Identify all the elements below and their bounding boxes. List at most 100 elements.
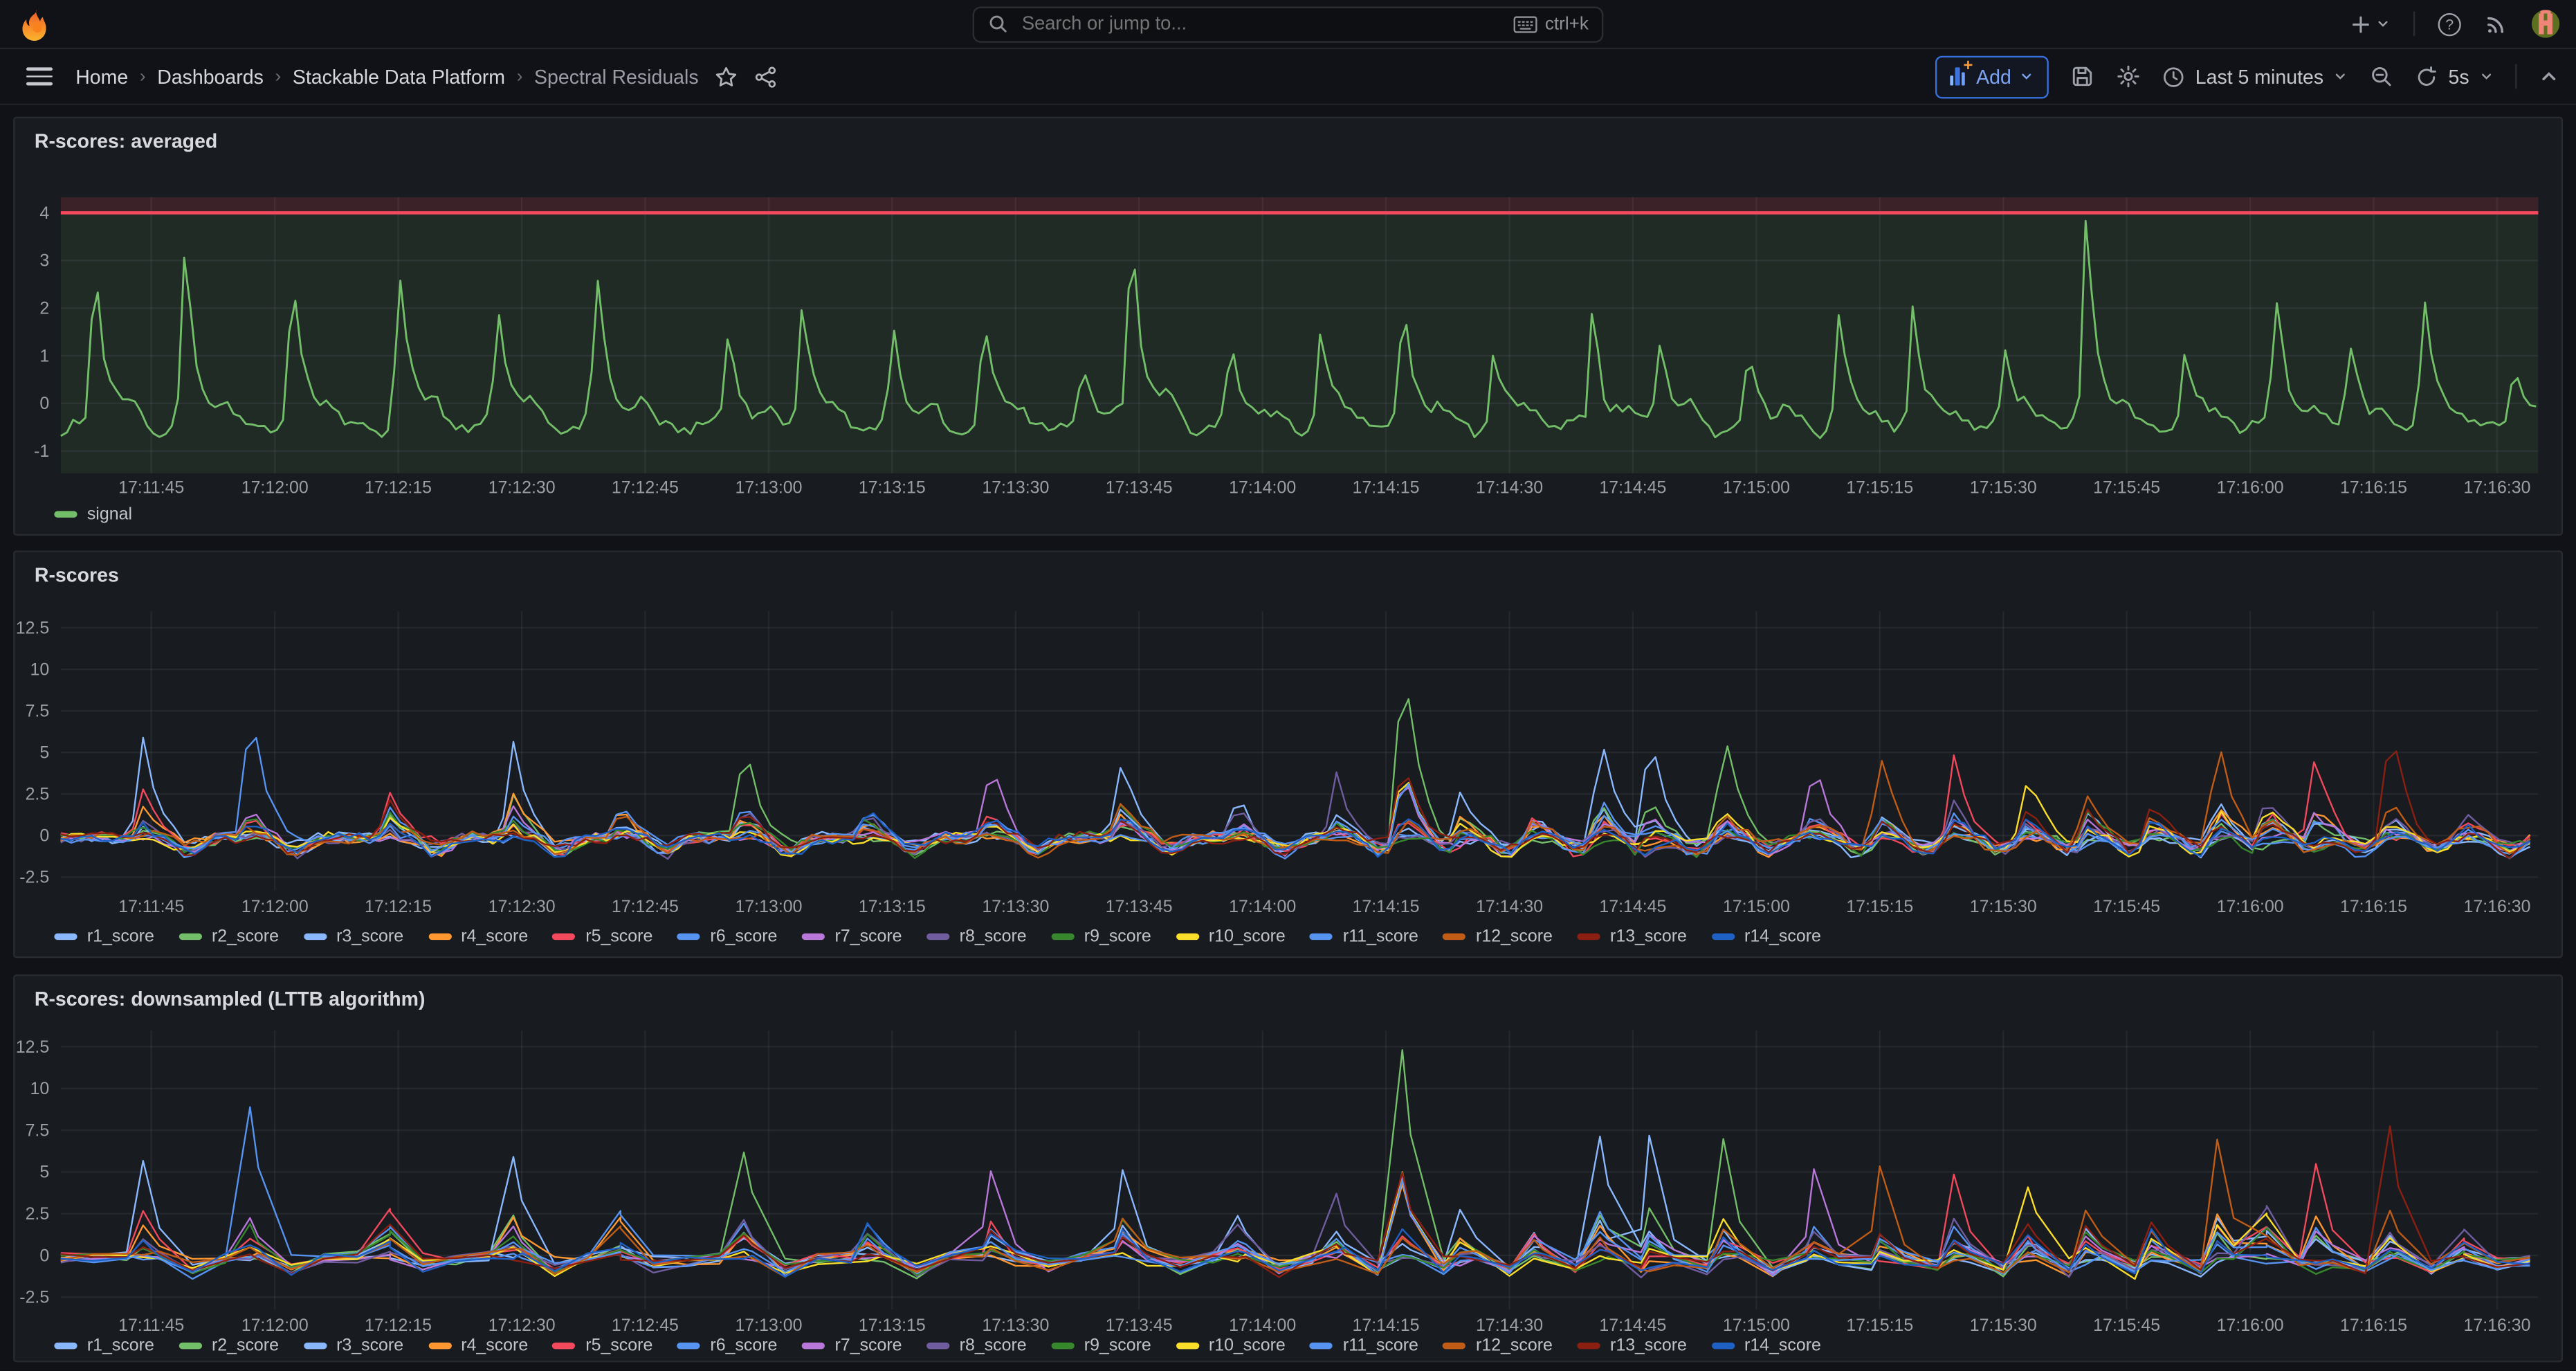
svg-text:-2.5: -2.5 (19, 868, 49, 887)
svg-text:17:14:30: 17:14:30 (1476, 897, 1543, 916)
legend-item-r10_score[interactable]: r10_score (1176, 927, 1285, 946)
legend-color-pill (1176, 1343, 1198, 1349)
panel-title[interactable]: R-scores: downsampled (LTTB algorithm) (35, 988, 426, 1010)
breadcrumb-folder[interactable]: Stackable Data Platform (293, 65, 505, 88)
grafana-logo[interactable] (19, 8, 52, 40)
legend-color-pill (54, 1343, 77, 1349)
legend-item-r6_score[interactable]: r6_score (677, 1336, 778, 1355)
svg-text:17:13:15: 17:13:15 (859, 478, 926, 497)
search-input[interactable] (1018, 12, 1504, 35)
dashboard-settings-icon[interactable] (2117, 64, 2141, 89)
svg-text:17:14:00: 17:14:00 (1229, 478, 1296, 497)
svg-text:10: 10 (30, 660, 49, 679)
rss-icon (2484, 12, 2509, 37)
legend-item-r13_score[interactable]: r13_score (1578, 1336, 1687, 1355)
svg-text:17:15:30: 17:15:30 (1970, 478, 2037, 497)
legend-item-r12_score[interactable]: r12_score (1443, 927, 1553, 946)
legend-item-r14_score[interactable]: r14_score (1712, 1336, 1821, 1355)
time-range-picker[interactable]: Last 5 minutes (2162, 65, 2348, 88)
svg-text:17:15:15: 17:15:15 (1846, 1316, 1913, 1335)
legend-label: r7_score (835, 927, 902, 946)
svg-text:10: 10 (30, 1079, 49, 1098)
legend-item-r11_score[interactable]: r11_score (1310, 1336, 1418, 1355)
legend-label: r6_score (710, 927, 777, 946)
refresh-icon (2415, 65, 2438, 88)
legend-label: r12_score (1476, 927, 1553, 946)
legend-color-pill (926, 1343, 949, 1349)
collapse-chrome-icon[interactable] (2538, 66, 2559, 87)
legend-label: r13_score (1610, 927, 1687, 946)
legend-item-r13_score[interactable]: r13_score (1578, 927, 1687, 946)
star-icon[interactable] (715, 65, 738, 88)
legend-item-r3_score[interactable]: r3_score (304, 1336, 404, 1355)
legend-item-r5_score[interactable]: r5_score (553, 927, 653, 946)
legend-color-pill (428, 1343, 451, 1349)
search-icon (987, 13, 1009, 35)
chart-rscores-averaged[interactable]: -10123417:11:4517:12:0017:12:1517:12:301… (15, 118, 2561, 534)
svg-text:17:11:45: 17:11:45 (118, 478, 184, 497)
legend-item-r14_score[interactable]: r14_score (1712, 927, 1821, 946)
legend-item-r2_score[interactable]: r2_score (179, 1336, 279, 1355)
legend-item-r8_score[interactable]: r8_score (926, 1336, 1027, 1355)
share-icon[interactable] (754, 65, 777, 88)
zoom-out-icon[interactable] (2370, 64, 2395, 89)
legend-label: r6_score (710, 1336, 777, 1355)
svg-text:17:13:15: 17:13:15 (859, 897, 926, 916)
menu-toggle-button[interactable] (26, 67, 53, 85)
svg-text:17:14:30: 17:14:30 (1476, 1316, 1543, 1335)
legend-item-r11_score[interactable]: r11_score (1310, 927, 1418, 946)
help-button[interactable]: ? (2438, 12, 2461, 35)
legend-color-pill (54, 934, 77, 940)
save-dashboard-icon[interactable] (2070, 64, 2095, 89)
new-dropdown-button[interactable] (2349, 12, 2390, 35)
svg-text:17:12:30: 17:12:30 (488, 478, 556, 497)
legend-item-r1_score[interactable]: r1_score (54, 1336, 154, 1355)
legend-item-r5_score[interactable]: r5_score (553, 1336, 653, 1355)
legend-color-pill (1443, 1343, 1466, 1349)
legend-item-r10_score[interactable]: r10_score (1176, 1336, 1285, 1355)
legend-item-r2_score[interactable]: r2_score (179, 927, 279, 946)
news-button[interactable] (2484, 12, 2509, 37)
toolbar-controls: + Add Last 5 minutes (1935, 55, 2559, 98)
legend-item-r4_score[interactable]: r4_score (428, 927, 529, 946)
divider (2413, 12, 2415, 37)
chart-rscores-downsampled[interactable]: -2.502.557.51012.517:11:4517:12:0017:12:… (15, 976, 2561, 1361)
legend-item-r7_score[interactable]: r7_score (802, 1336, 902, 1355)
user-avatar[interactable] (2532, 10, 2559, 37)
refresh-picker[interactable]: 5s (2415, 65, 2494, 88)
add-button-label: Add (1976, 65, 2011, 88)
search-bar[interactable]: ctrl+k (973, 6, 1604, 42)
legend-item-r7_score[interactable]: r7_score (802, 927, 902, 946)
legend-color-pill (802, 1343, 825, 1349)
add-button[interactable]: + Add (1935, 55, 2049, 98)
svg-text:12.5: 12.5 (16, 1037, 50, 1057)
breadcrumb-dashboards[interactable]: Dashboards (157, 65, 264, 88)
legend-color-pill (1712, 934, 1735, 940)
breadcrumb-home[interactable]: Home (75, 65, 128, 88)
legend-item-r9_score[interactable]: r9_score (1051, 1336, 1151, 1355)
svg-text:17:16:00: 17:16:00 (2217, 897, 2284, 916)
panel-title[interactable]: R-scores (35, 563, 119, 586)
legend-color-pill (1051, 934, 1074, 940)
legend-item-r6_score[interactable]: r6_score (677, 927, 778, 946)
legend-label: r11_score (1343, 927, 1418, 946)
refresh-interval-label: 5s (2449, 65, 2469, 88)
divider (2515, 64, 2516, 89)
legend-item-signal[interactable]: signal (54, 505, 132, 524)
svg-text:17:12:45: 17:12:45 (612, 1316, 679, 1335)
panel-title[interactable]: R-scores: averaged (35, 130, 217, 153)
legend-item-r9_score[interactable]: r9_score (1051, 927, 1151, 946)
svg-text:17:15:45: 17:15:45 (2093, 1316, 2160, 1335)
legend-label: r13_score (1610, 1336, 1687, 1355)
legend-color-pill (1310, 1343, 1333, 1349)
legend-item-r8_score[interactable]: r8_score (926, 927, 1027, 946)
chart-rscores[interactable]: -2.502.557.51012.517:11:4517:12:0017:12:… (15, 552, 2561, 956)
svg-text:17:12:15: 17:12:15 (365, 1316, 432, 1335)
legend-item-r4_score[interactable]: r4_score (428, 1336, 529, 1355)
legend-item-r12_score[interactable]: r12_score (1443, 1336, 1553, 1355)
chevron-down-icon (2375, 17, 2390, 31)
breadcrumb-separator: › (517, 66, 523, 86)
legend-color-pill (1443, 934, 1466, 940)
legend-item-r1_score[interactable]: r1_score (54, 927, 154, 946)
legend-item-r3_score[interactable]: r3_score (304, 927, 404, 946)
